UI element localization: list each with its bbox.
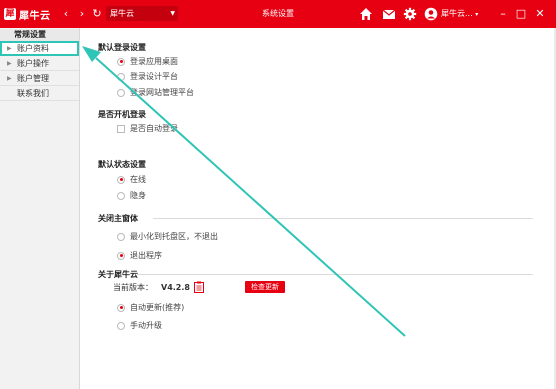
radio-button[interactable]: [117, 303, 125, 312]
sidebar-item-contact-us[interactable]: 联系我们: [0, 86, 79, 101]
status-section-title: 默认状态设置: [98, 160, 146, 169]
option-label: 在线: [130, 175, 146, 184]
option-label: 最小化到托盘区，不退出: [130, 232, 218, 241]
update-option-auto[interactable]: 自动更新(推荐): [117, 302, 184, 313]
close-section-title: 关闭主窗体: [98, 214, 138, 223]
sidebar-section-title: 常规设置: [0, 29, 79, 41]
sidebar-item-account-operations[interactable]: ▶ 账户操作: [0, 56, 79, 71]
login-option-site-admin[interactable]: 登录网站管理平台: [117, 87, 194, 98]
close-option-minimize[interactable]: 最小化到托盘区，不退出: [117, 231, 218, 242]
status-option-invisible[interactable]: 隐身: [117, 190, 146, 201]
close-option-exit[interactable]: 退出程序: [117, 250, 162, 261]
about-section-title: 关于犀牛云: [98, 270, 138, 279]
logo-mark-icon: 犀: [4, 8, 16, 20]
logo-text: 犀牛云: [19, 10, 51, 22]
expand-arrow-icon: ▶: [7, 60, 12, 67]
update-option-manual[interactable]: 手动升级: [117, 320, 162, 331]
startup-section-title: 是否开机登录: [98, 110, 146, 119]
sidebar-item-label: 账户管理: [17, 74, 49, 83]
user-icon[interactable]: [424, 7, 438, 21]
back-icon[interactable]: ‹: [60, 7, 72, 21]
sidebar-item-account-management[interactable]: ▶ 账户管理: [0, 71, 79, 86]
radio-button[interactable]: [117, 232, 125, 241]
auto-login-option[interactable]: 是否自动登录: [117, 123, 178, 134]
section-divider: [137, 274, 533, 275]
mail-icon[interactable]: [382, 7, 396, 21]
check-update-button[interactable]: 检查更新: [245, 281, 285, 293]
app-logo: 犀 犀牛云: [4, 7, 51, 22]
option-label: 登录网站管理平台: [130, 88, 194, 97]
version-row: 当前版本： V4.2.8: [113, 282, 190, 293]
version-value: V4.2.8: [161, 283, 190, 292]
workspace-select[interactable]: 犀牛云 ▼: [106, 6, 178, 21]
title-bar: 犀 犀牛云 ‹ › ↻ 犀牛云 ▼ 系统设置 犀牛云... ▾ – □ ✕: [0, 0, 556, 28]
user-name-dropdown[interactable]: 犀牛云... ▾: [441, 0, 478, 28]
section-divider: [153, 218, 533, 219]
login-section-title: 默认登录设置: [98, 43, 146, 52]
radio-button[interactable]: [117, 251, 125, 260]
workspace-label: 犀牛云: [110, 9, 134, 18]
refresh-icon[interactable]: ↻: [91, 7, 103, 21]
sidebar-item-label: 账户资料: [17, 44, 49, 53]
close-icon[interactable]: ✕: [533, 7, 547, 21]
radio-button[interactable]: [117, 191, 125, 200]
option-label: 手动升级: [130, 321, 162, 330]
option-label: 登录应用桌面: [130, 57, 178, 66]
caret-down-icon: ▼: [170, 10, 175, 17]
caret-down-icon: ▾: [475, 11, 479, 18]
sidebar-item-label: 账户操作: [17, 59, 49, 68]
option-label: 自动更新(推荐): [130, 303, 185, 312]
radio-button[interactable]: [117, 57, 125, 66]
settings-panel: 默认登录设置 登录应用桌面 登录设计平台 登录网站管理平台 是否开机登录 是否自…: [81, 28, 556, 389]
radio-button[interactable]: [117, 72, 125, 81]
window-title: 系统设置: [262, 9, 294, 18]
home-icon[interactable]: [359, 7, 373, 21]
option-label: 登录设计平台: [130, 72, 178, 81]
user-name: 犀牛云...: [441, 9, 473, 18]
maximize-icon[interactable]: □: [514, 7, 528, 21]
login-option-design[interactable]: 登录设计平台: [117, 71, 178, 82]
sidebar-item-label: 联系我们: [17, 89, 49, 98]
sidebar-item-account-info[interactable]: ▶ 账户资料: [0, 41, 79, 56]
expand-arrow-icon: ▶: [7, 75, 12, 82]
clipboard-icon[interactable]: [194, 281, 204, 293]
gear-icon[interactable]: [403, 7, 417, 21]
sidebar: 常规设置 ▶ 账户资料 ▶ 账户操作 ▶ 账户管理 联系我们: [0, 28, 80, 389]
version-label: 当前版本：: [113, 283, 153, 292]
radio-button[interactable]: [117, 175, 125, 184]
option-label: 退出程序: [130, 251, 162, 260]
status-option-online[interactable]: 在线: [117, 174, 146, 185]
option-label: 隐身: [130, 191, 146, 200]
auto-login-checkbox[interactable]: [117, 124, 125, 133]
minimize-icon[interactable]: –: [496, 7, 510, 21]
radio-button[interactable]: [117, 321, 125, 330]
login-option-desktop[interactable]: 登录应用桌面: [117, 56, 178, 67]
forward-icon[interactable]: ›: [76, 7, 88, 21]
radio-button[interactable]: [117, 88, 125, 97]
option-label: 是否自动登录: [130, 124, 178, 133]
expand-arrow-icon: ▶: [7, 45, 12, 52]
